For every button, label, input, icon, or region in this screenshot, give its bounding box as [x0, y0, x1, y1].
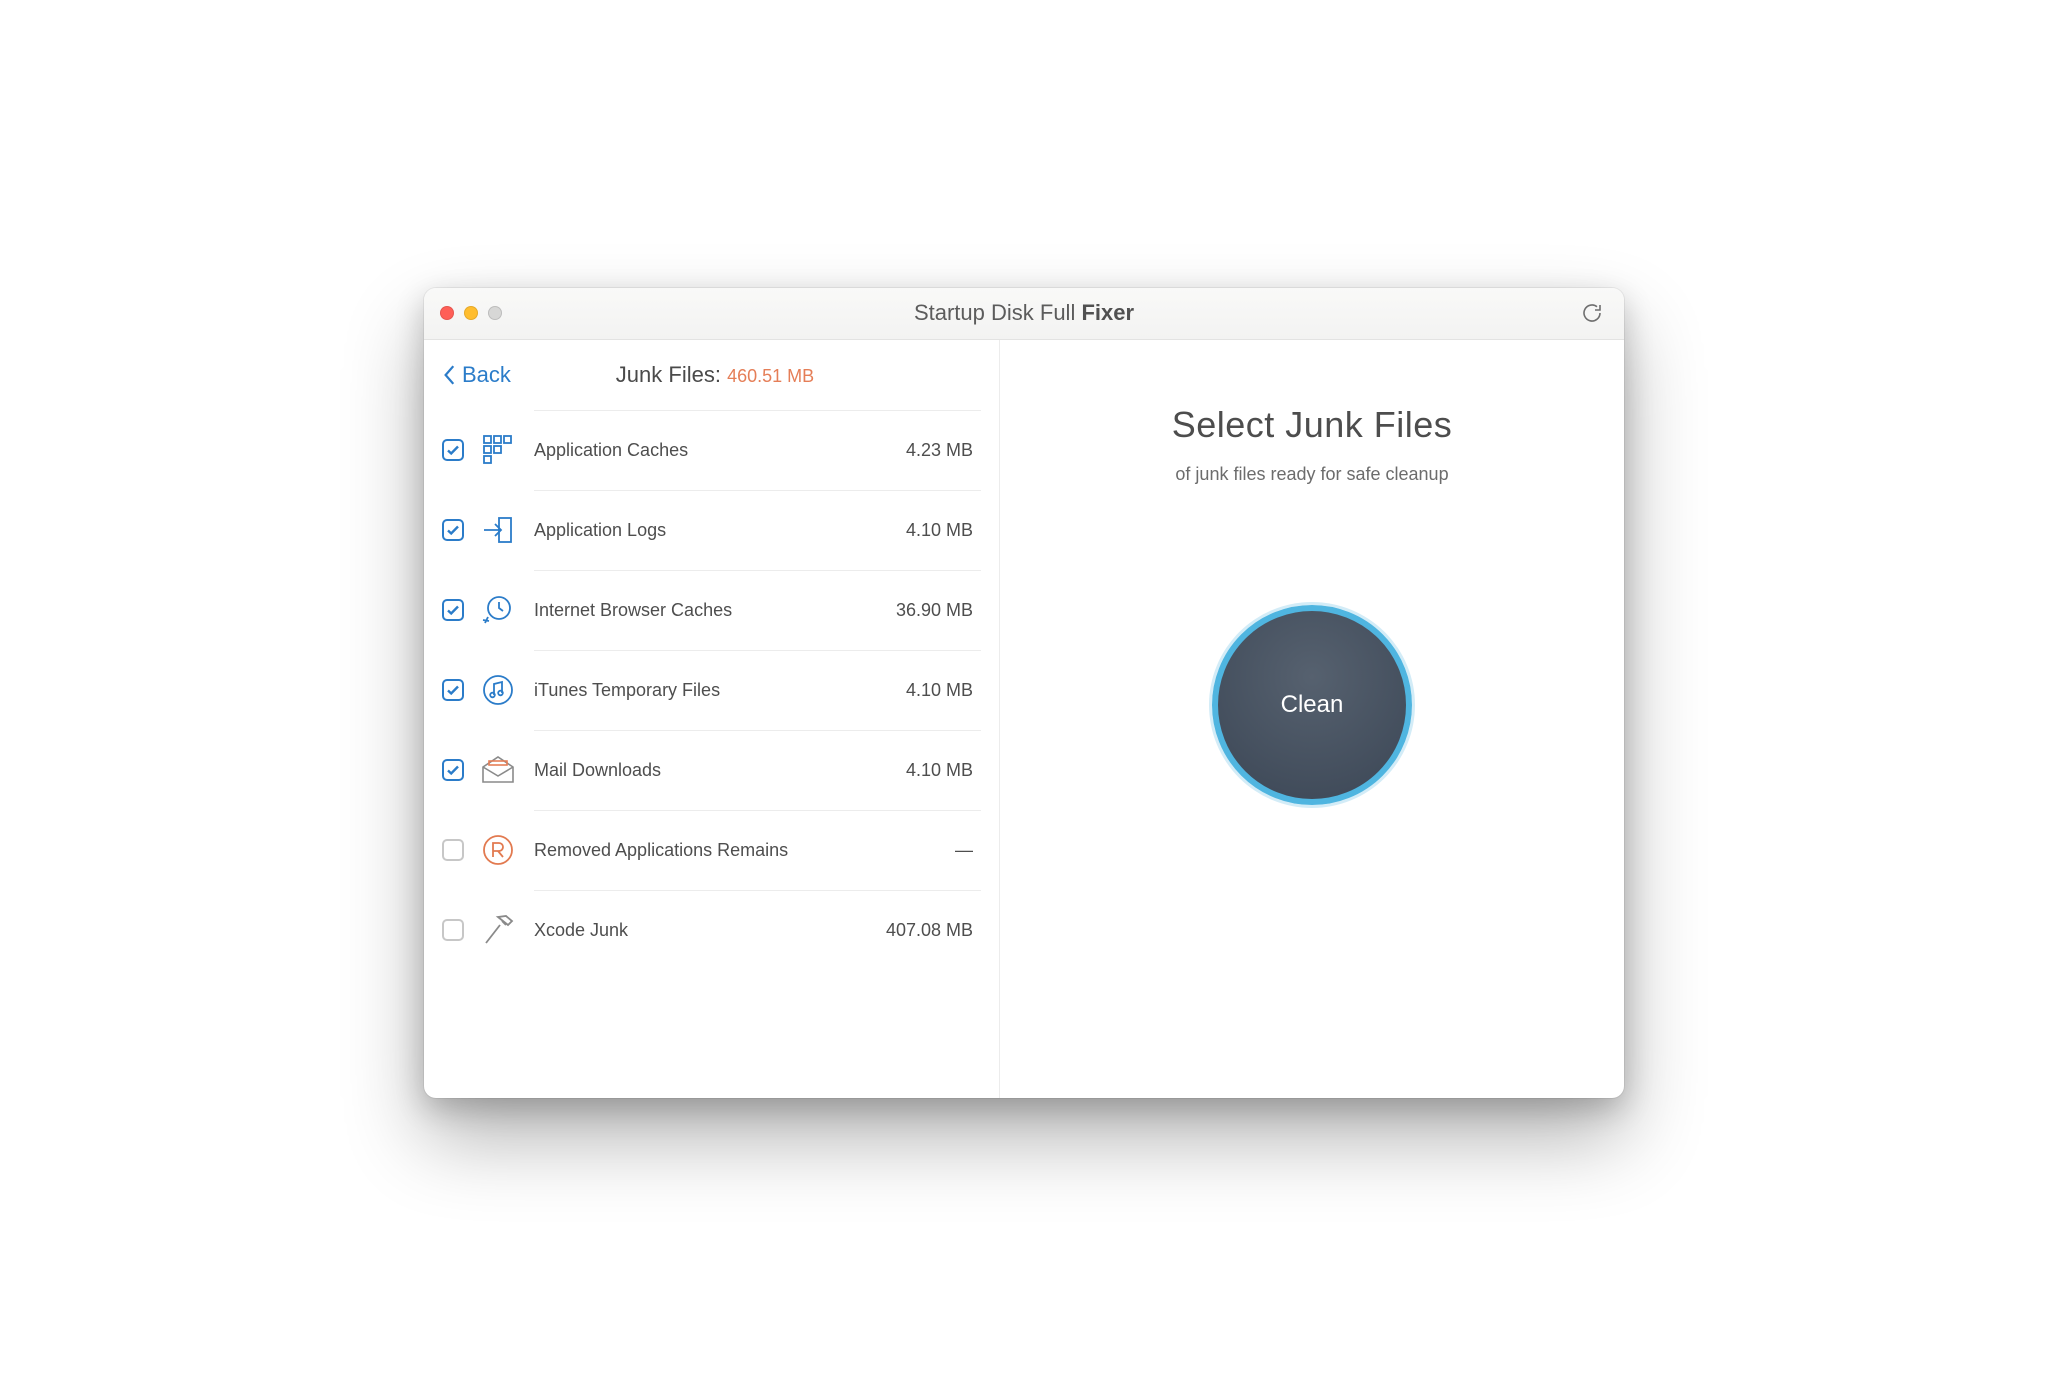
list-item[interactable]: Removed Applications Remains —	[442, 810, 981, 890]
hammer-icon	[480, 912, 516, 948]
grid-icon	[480, 432, 516, 468]
log-arrow-icon	[480, 512, 516, 548]
item-size: —	[955, 840, 973, 861]
item-name: Mail Downloads	[534, 760, 661, 781]
item-name: Removed Applications Remains	[534, 840, 788, 861]
junk-list: Application Caches 4.23 MB	[424, 410, 999, 1088]
checkbox[interactable]	[442, 599, 464, 621]
item-name: Internet Browser Caches	[534, 600, 732, 621]
clean-button[interactable]: Clean	[1212, 605, 1412, 805]
item-size: 4.23 MB	[906, 440, 973, 461]
minimize-window-button[interactable]	[464, 306, 478, 320]
checkbox[interactable]	[442, 839, 464, 861]
removed-app-icon	[480, 832, 516, 868]
item-size: 4.10 MB	[906, 520, 973, 541]
list-item[interactable]: iTunes Temporary Files 4.10 MB	[442, 650, 981, 730]
titlebar: Startup Disk Full Fixer	[424, 288, 1624, 340]
browser-refresh-icon	[480, 592, 516, 628]
checkbox[interactable]	[442, 439, 464, 461]
back-button[interactable]: Back	[442, 362, 511, 388]
junk-files-heading: Junk Files: 460.51 MB	[616, 362, 814, 388]
zoom-window-button[interactable]	[488, 306, 502, 320]
left-panel: Back Junk Files: 460.51 MB	[424, 340, 1000, 1098]
window-title: Startup Disk Full Fixer	[424, 300, 1624, 326]
checkbox[interactable]	[442, 519, 464, 541]
list-item[interactable]: Mail Downloads 4.10 MB	[442, 730, 981, 810]
window-controls	[440, 306, 502, 320]
refresh-icon	[1580, 301, 1604, 325]
item-size: 4.10 MB	[906, 760, 973, 781]
item-size: 407.08 MB	[886, 920, 973, 941]
item-name: Application Caches	[534, 440, 688, 461]
item-name: Xcode Junk	[534, 920, 628, 941]
refresh-button[interactable]	[1578, 299, 1606, 327]
window-title-prefix: Startup Disk Full	[914, 300, 1082, 325]
panel-subtitle: of junk files ready for safe cleanup	[1175, 464, 1448, 485]
right-panel: Select Junk Files of junk files ready fo…	[1000, 340, 1624, 1098]
list-item[interactable]: Xcode Junk 407.08 MB	[442, 890, 981, 970]
app-window: Startup Disk Full Fixer Back Junk Files:…	[424, 288, 1624, 1098]
content: Back Junk Files: 460.51 MB	[424, 340, 1624, 1098]
checkbox[interactable]	[442, 919, 464, 941]
item-size: 4.10 MB	[906, 680, 973, 701]
item-size: 36.90 MB	[896, 600, 973, 621]
clean-button-label: Clean	[1281, 691, 1344, 719]
back-label: Back	[462, 362, 511, 388]
junk-files-size: 460.51 MB	[727, 366, 814, 386]
checkbox[interactable]	[442, 759, 464, 781]
chevron-left-icon	[442, 364, 458, 386]
close-window-button[interactable]	[440, 306, 454, 320]
panel-title: Select Junk Files	[1172, 404, 1453, 446]
window-title-bold: Fixer	[1081, 300, 1134, 325]
junk-files-label: Junk Files:	[616, 362, 727, 387]
music-note-icon	[480, 672, 516, 708]
item-name: Application Logs	[534, 520, 666, 541]
item-name: iTunes Temporary Files	[534, 680, 720, 701]
mail-icon	[480, 752, 516, 788]
list-item[interactable]: Application Caches 4.23 MB	[442, 410, 981, 490]
list-item[interactable]: Application Logs 4.10 MB	[442, 490, 981, 570]
left-header: Back Junk Files: 460.51 MB	[424, 340, 999, 410]
checkbox[interactable]	[442, 679, 464, 701]
list-item[interactable]: Internet Browser Caches 36.90 MB	[442, 570, 981, 650]
